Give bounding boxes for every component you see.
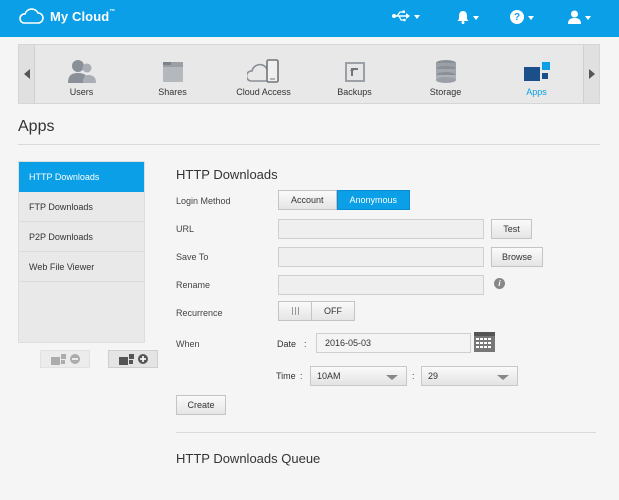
- nav-label-users: Users: [69, 87, 94, 97]
- plus-circle-icon: [137, 354, 148, 364]
- minute-select[interactable]: 29: [421, 366, 518, 386]
- usb-menu[interactable]: [392, 10, 420, 22]
- cloud-logo-icon: [19, 8, 44, 24]
- login-anonymous-option[interactable]: Anonymous: [336, 190, 411, 210]
- info-glyph: i: [498, 279, 501, 288]
- help-glyph: ?: [513, 11, 521, 23]
- section-divider: [176, 432, 596, 433]
- nav-items: Users Shares Cloud Access Backups Storag…: [36, 45, 582, 103]
- side-item-ftp-downloads[interactable]: FTP Downloads: [19, 192, 144, 222]
- when-label: When: [176, 339, 200, 349]
- info-icon[interactable]: i: [494, 278, 505, 289]
- shares-icon: [162, 62, 183, 82]
- bell-icon: [457, 11, 469, 24]
- usb-icon: [392, 10, 410, 22]
- url-label: URL: [176, 224, 195, 234]
- user-menu[interactable]: [568, 10, 591, 24]
- nav-item-backups[interactable]: Backups: [315, 45, 395, 103]
- cloud-access-icon: [246, 59, 279, 83]
- nav-label-cloud-access: Cloud Access: [236, 87, 291, 97]
- minus-circle-icon: [69, 354, 80, 364]
- recurrence-label: Recurrence: [176, 308, 223, 318]
- arrow-right-icon: [588, 69, 595, 79]
- users-icon: [67, 60, 96, 83]
- hour-select[interactable]: 10AM: [310, 366, 407, 386]
- brand-logo[interactable]: My Cloud™: [18, 8, 115, 25]
- create-button[interactable]: Create: [176, 395, 226, 415]
- save-to-label: Save To: [176, 252, 209, 262]
- test-button[interactable]: Test: [491, 219, 532, 239]
- calendar-icon[interactable]: [474, 332, 495, 352]
- http-downloads-title: HTTP Downloads: [176, 167, 278, 182]
- nav-label-backups: Backups: [337, 87, 372, 97]
- brand-name: My Cloud™: [50, 9, 116, 24]
- recurrence-state: OFF: [324, 306, 342, 316]
- nav-label-shares: Shares: [158, 87, 187, 97]
- chevron-down-icon: [386, 375, 398, 380]
- time-label: Time: [276, 371, 296, 381]
- add-app-button[interactable]: [108, 350, 158, 368]
- nav-scroll-left[interactable]: [19, 45, 35, 103]
- user-icon: [568, 10, 581, 24]
- side-item-http-downloads[interactable]: HTTP Downloads: [19, 162, 144, 192]
- help-menu[interactable]: ?: [510, 10, 534, 24]
- arrow-left-icon: [23, 69, 30, 79]
- rename-label: Rename: [176, 280, 211, 290]
- help-icon: ?: [510, 10, 524, 24]
- rename-input[interactable]: [278, 275, 484, 295]
- apps-small-icon: [118, 353, 134, 365]
- apps-small-icon: [50, 353, 66, 365]
- browse-button[interactable]: Browse: [491, 247, 543, 267]
- hour-value: 10AM: [317, 371, 341, 381]
- date-colon: :: [304, 339, 307, 349]
- save-to-input[interactable]: [278, 247, 484, 267]
- nav-scroll-right[interactable]: [583, 45, 599, 103]
- nav-item-cloud-access[interactable]: Cloud Access: [224, 45, 304, 103]
- remove-app-button[interactable]: [40, 350, 90, 368]
- nav-label-apps: Apps: [526, 87, 547, 97]
- toggle-grip-icon: [279, 302, 312, 320]
- login-account-option[interactable]: Account: [278, 190, 337, 210]
- recurrence-toggle[interactable]: OFF: [278, 301, 355, 321]
- chevron-down-icon: [497, 375, 509, 380]
- nav-item-apps[interactable]: Apps: [497, 45, 577, 103]
- main-nav: Users Shares Cloud Access Backups Storag…: [18, 44, 600, 104]
- nav-item-users[interactable]: Users: [42, 45, 122, 103]
- nav-label-storage: Storage: [429, 87, 462, 97]
- backups-icon: [344, 62, 365, 82]
- time-colon: :: [300, 371, 303, 381]
- side-item-p2p-downloads[interactable]: P2P Downloads: [19, 222, 144, 252]
- top-bar: My Cloud™ ?: [0, 0, 619, 37]
- storage-icon: [435, 60, 456, 83]
- login-method-label: Login Method: [176, 196, 231, 206]
- title-divider: [18, 144, 600, 145]
- chevron-down-icon: [585, 15, 591, 20]
- apps-side-menu: HTTP Downloads FTP Downloads P2P Downloa…: [18, 161, 145, 343]
- time-separator: :: [412, 371, 415, 381]
- date-label: Date: [277, 339, 297, 349]
- chevron-down-icon: [414, 14, 420, 19]
- url-input[interactable]: [278, 219, 484, 239]
- apps-icon: [523, 62, 550, 81]
- chevron-down-icon: [473, 15, 479, 20]
- chevron-down-icon: [528, 15, 534, 20]
- nav-item-storage[interactable]: Storage: [406, 45, 486, 103]
- minute-value: 29: [428, 371, 439, 381]
- page-title: Apps: [18, 118, 55, 135]
- queue-title: HTTP Downloads Queue: [176, 451, 321, 466]
- nav-item-shares[interactable]: Shares: [133, 45, 213, 103]
- side-menu-actions: [40, 350, 158, 368]
- side-item-web-file-viewer[interactable]: Web File Viewer: [19, 252, 144, 282]
- date-input[interactable]: 2016-05-03: [316, 333, 471, 353]
- login-method-toggle: Account Anonymous: [278, 190, 411, 210]
- notifications-menu[interactable]: [457, 10, 479, 24]
